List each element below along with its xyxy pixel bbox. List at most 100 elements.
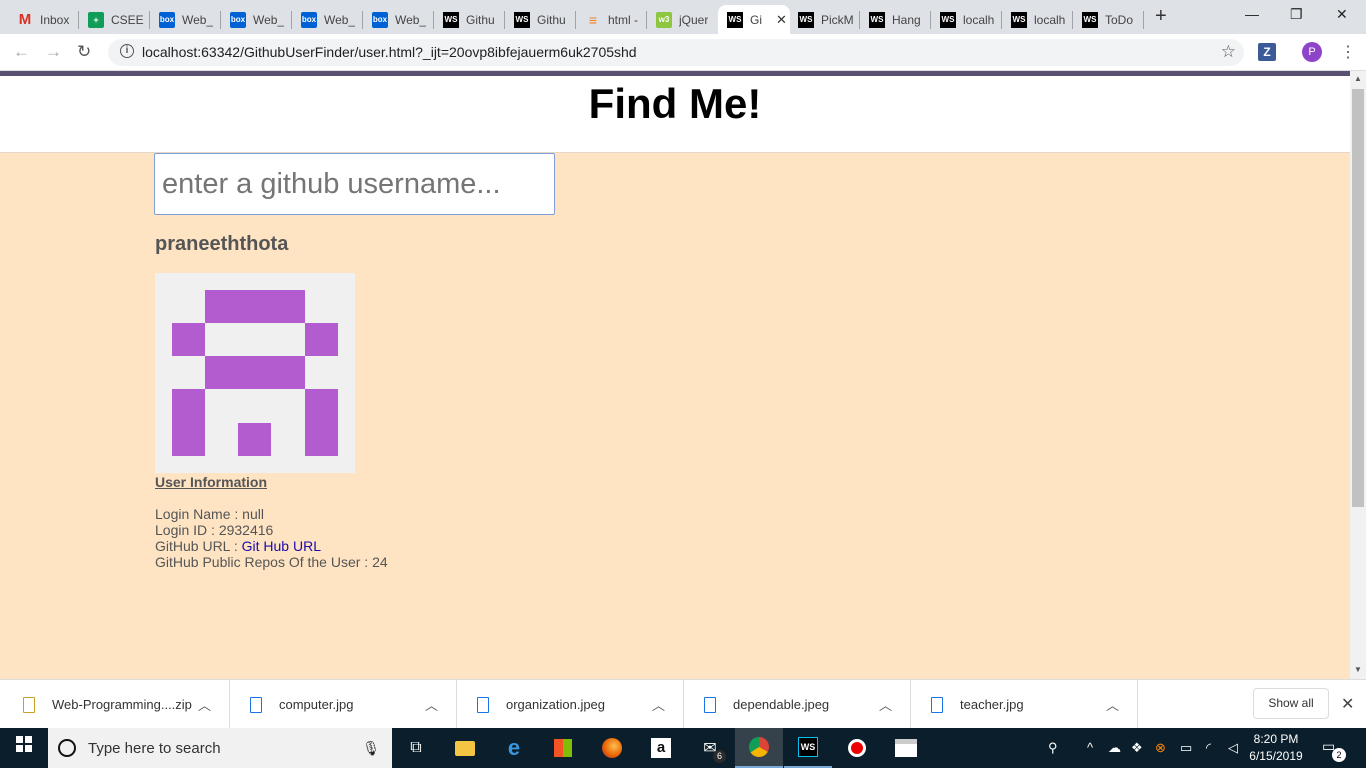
tray-overflow-icon[interactable]: ^ [1087,740,1093,755]
zotero-extension-icon[interactable]: Z [1258,43,1276,61]
browser-tab[interactable]: WS localh [931,5,1001,34]
browser-tab[interactable]: WS ToDo [1073,5,1143,34]
browser-tab[interactable]: WS Githu [505,5,575,34]
download-item[interactable]: dependable.jpeg ︿ [684,680,911,729]
tab-label: Web_ [395,12,427,27]
browser-tab[interactable]: M Inbox [8,5,78,34]
w3schools-icon: w3 [656,11,672,28]
back-button[interactable]: ← [13,42,30,62]
webstorm-icon: WS [443,11,459,28]
chevron-up-icon[interactable]: ︿ [879,695,892,714]
minimize-button[interactable]: — [1245,6,1259,22]
folder-icon [455,740,475,756]
browser-tab[interactable]: box Web_ [221,5,291,34]
scrollbar-thumb[interactable] [1352,89,1364,507]
taskbar-chrome[interactable] [735,728,783,768]
browser-tab[interactable]: box Web_ [292,5,362,34]
microphone-icon[interactable]: 🎙 [362,740,380,757]
info-icon[interactable]: i [120,44,134,58]
taskbar-webstorm[interactable]: WS [784,728,832,768]
webstorm-icon: WS [727,11,743,28]
public-repos-label: GitHub Public Repos Of the User : [155,554,373,570]
taskbar-search-text[interactable]: Type here to search [88,740,362,757]
scroll-down-icon[interactable]: ▼ [1354,665,1362,674]
clock-date: 6/15/2019 [1249,749,1303,763]
taskbar-store[interactable] [539,728,587,768]
new-tab-button[interactable]: + [1155,5,1167,28]
browser-tab[interactable]: + CSEE [79,5,149,34]
window-close-button[interactable]: ✕ [1336,6,1348,23]
people-icon[interactable]: ⚲ [1048,740,1058,756]
chrome-menu-icon[interactable]: ⋮ [1340,42,1356,62]
browser-tab[interactable]: w3 jQuer [647,5,717,34]
scroll-up-icon[interactable]: ▲ [1354,74,1362,83]
taskbar-file-explorer[interactable] [441,728,489,768]
browser-tab[interactable]: WS Githu [434,5,504,34]
browser-tab[interactable]: box Web_ [363,5,433,34]
browser-tab[interactable]: WS Hang [860,5,930,34]
windows-start-button[interactable] [0,728,48,768]
download-filename: Web-Programming....zip [52,697,192,712]
edge-icon: e [507,735,521,760]
webstorm-icon: WS [798,737,818,757]
tab-label: Gi [750,12,762,27]
user-info-heading: User Information [155,474,268,490]
login-id-value: 2932416 [218,522,274,538]
system-clock[interactable]: 8:20 PM 6/15/2019 [1243,731,1309,765]
battery-icon[interactable]: ▭ [1180,740,1192,756]
tab-close-icon[interactable]: ✕ [776,12,787,28]
task-view-button[interactable]: ⧉ [392,728,440,768]
wifi-icon[interactable]: ◜ [1206,740,1211,756]
chevron-up-icon[interactable]: ︿ [425,695,438,714]
chevron-up-icon[interactable]: ︿ [198,695,211,714]
dropbox-icon[interactable]: ❖ [1131,740,1143,756]
chevron-up-icon[interactable]: ︿ [1106,695,1119,714]
alert-icon[interactable]: ⊗ [1155,740,1166,756]
box-icon: box [372,11,388,28]
windows-logo-icon [16,736,32,752]
profile-avatar[interactable]: P [1302,42,1322,62]
volume-icon[interactable]: ◁ [1228,740,1238,756]
taskbar-edge[interactable]: e [490,728,538,768]
address-bar[interactable]: i localhost:63342/GithubUserFinder/user.… [108,39,1244,66]
bookmark-star-icon[interactable]: ☆ [1221,42,1236,62]
taskbar-recorder[interactable] [833,728,881,768]
login-name-label: Login Name : [155,506,243,522]
download-item[interactable]: Web-Programming....zip ︿ [3,680,230,729]
download-item[interactable]: organization.jpeg ︿ [457,680,684,729]
taskbar-firefox[interactable] [588,728,636,768]
download-filename: teacher.jpg [960,697,1024,712]
sheets-icon: + [88,11,104,28]
taskbar-mail[interactable]: ✉ 6 [686,728,734,768]
close-downloads-icon[interactable]: ✕ [1341,694,1354,714]
taskbar-video-editor[interactable] [882,728,930,768]
browser-tab-strip: M Inbox + CSEE box Web_ box Web_ box Web_ box Web_ W… [0,0,1366,34]
browser-toolbar: ← → ↻ i localhost:63342/GithubUserFinder… [0,34,1366,71]
url-text[interactable]: localhost:63342/GithubUserFinder/user.ht… [142,44,637,60]
restore-button[interactable]: ❐ [1290,6,1303,23]
reload-button[interactable]: ↻ [77,42,91,62]
browser-tab[interactable]: WS PickM [789,5,859,34]
page-scrollbar[interactable]: ▲ ▼ [1350,71,1366,679]
record-icon [848,739,866,757]
box-icon: box [301,11,317,28]
webstorm-icon: WS [869,11,885,28]
username-search-input[interactable] [154,153,555,215]
taskbar-amazon[interactable]: a [637,728,685,768]
browser-tab[interactable]: ≡ html - [576,5,646,34]
download-item[interactable]: teacher.jpg ︿ [911,680,1138,729]
browser-tab[interactable]: WS Gi ✕ [718,5,790,34]
onedrive-icon[interactable]: ☁ [1108,740,1121,756]
tab-label: Web_ [182,12,214,27]
taskbar-search-box[interactable]: Type here to search 🎙 [48,728,392,768]
forward-button[interactable]: → [45,42,62,62]
show-all-downloads-button[interactable]: Show all [1253,688,1329,719]
tab-separator [1143,11,1144,29]
browser-tab[interactable]: WS localh [1002,5,1072,34]
chevron-up-icon[interactable]: ︿ [652,695,665,714]
browser-tab[interactable]: box Web_ [150,5,220,34]
github-url-label: GitHub URL : [155,538,242,554]
github-url-link[interactable]: Git Hub URL [242,538,321,554]
notification-count: 2 [1332,748,1346,762]
download-item[interactable]: computer.jpg ︿ [230,680,457,729]
